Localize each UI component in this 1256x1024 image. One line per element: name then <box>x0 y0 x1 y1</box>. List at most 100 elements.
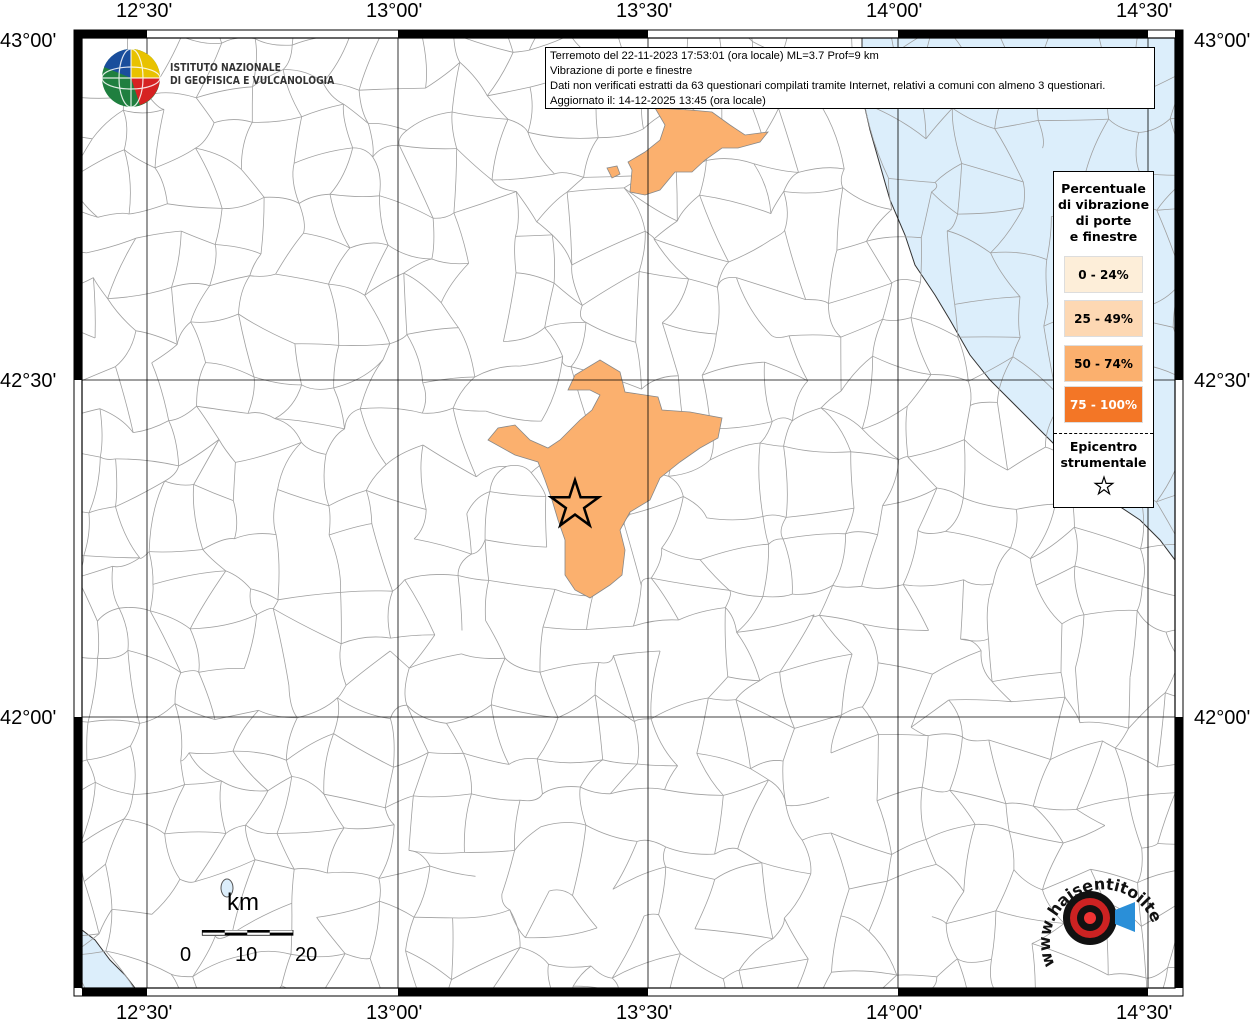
scale-tick-0: 0 <box>180 944 192 966</box>
event-data-note: Dati non verificati estratti da 63 quest… <box>550 80 1106 92</box>
logo-line-1: ISTITUTO NAZIONALE <box>170 62 281 74</box>
border-line <box>426 1012 444 1016</box>
legend: Percentuale di vibrazione di porte e fin… <box>1053 171 1154 508</box>
legend-item-75-100: 75 - 100% <box>1064 386 1143 423</box>
border-line <box>745 995 786 1010</box>
border-line <box>476 0 488 8</box>
y-label-left-3: 42°00' <box>0 707 57 729</box>
legend-item-label: 50 - 74% <box>1074 356 1133 371</box>
border-line <box>1228 842 1231 895</box>
border-line <box>1178 870 1232 895</box>
border-line <box>351 29 384 34</box>
legend-item-0-24: 0 - 24% <box>1064 256 1143 293</box>
border-line <box>425 0 476 8</box>
border-line <box>1201 283 1224 337</box>
legend-title-line: Percentuale <box>1061 181 1146 196</box>
legend-item-label: 25 - 49% <box>1074 311 1133 326</box>
x-label-bottom-1: 12°30' <box>116 1002 173 1024</box>
border-line <box>254 38 256 39</box>
border-line <box>1222 525 1232 593</box>
scale-tick-20: 20 <box>295 944 318 966</box>
x-label-top-5: 14°30' <box>1116 0 1173 22</box>
x-label-top-2: 13°00' <box>366 0 423 22</box>
border-line <box>720 995 745 1008</box>
border-line <box>1210 895 1231 929</box>
event-subtitle: Vibrazione di porte e finestre <box>550 65 693 77</box>
border-line <box>717 0 725 25</box>
border-line <box>219 38 223 44</box>
y-label-left-2: 42°30' <box>0 370 57 392</box>
border-line <box>1231 400 1233 467</box>
border-line <box>1191 154 1205 175</box>
y-label-right-3: 42°00' <box>1194 707 1251 729</box>
border-line <box>304 0 329 4</box>
logo-line-2: DI GEOFISICA E VULCANOLOGIA <box>170 75 335 87</box>
border-line <box>22 864 29 932</box>
border-line <box>1200 653 1228 707</box>
border-line <box>31 191 52 238</box>
border-line <box>1232 466 1235 481</box>
y-label-left-1: 43°00' <box>0 30 57 52</box>
x-label-bottom-5: 14°30' <box>1116 1002 1173 1024</box>
border-line <box>257 0 304 1</box>
border-line <box>1181 280 1224 284</box>
border-line <box>49 182 52 191</box>
legend-item-label: 0 - 24% <box>1078 267 1129 282</box>
border-line <box>1179 377 1190 427</box>
border-line <box>1186 593 1223 597</box>
x-label-bottom-2: 13°00' <box>366 1002 423 1024</box>
border-line <box>1175 0 1189 28</box>
legend-title: Percentuale di vibrazione di porte e fin… <box>1054 181 1153 245</box>
legend-item-label: 75 - 100% <box>1069 397 1138 412</box>
border-line <box>1200 593 1222 628</box>
border-line <box>207 1010 241 1023</box>
scale-unit: km <box>227 889 259 916</box>
legend-title-line: di porte <box>1075 213 1132 228</box>
border-line <box>184 1002 208 1010</box>
x-label-bottom-4: 14°00' <box>866 1002 923 1024</box>
border-line <box>1199 66 1221 112</box>
x-label-bottom-3: 13°30' <box>616 1002 673 1024</box>
border-line <box>30 571 52 621</box>
star-icon <box>1093 475 1115 496</box>
legend-title-line: di vibrazione <box>1057 197 1150 212</box>
site-logo: www.haisentitoilterremoto.it <box>1033 860 1166 970</box>
border-line <box>28 422 54 441</box>
border-line <box>1218 775 1229 842</box>
scale-tick-10: 10 <box>235 944 258 966</box>
border-line <box>1205 974 1220 993</box>
border-line <box>279 985 282 988</box>
ingv-logo: ISTITUTO NAZIONALE DI GEOFISICA E VULCAN… <box>100 47 334 109</box>
legend-item-50-74: 50 - 74% <box>1064 345 1143 382</box>
x-label-top-1: 12°30' <box>116 0 173 22</box>
border-line <box>29 978 40 990</box>
border-line <box>30 548 57 571</box>
border-line <box>38 812 57 852</box>
scale-bar-graphic <box>201 930 294 936</box>
border-line <box>1190 66 1222 69</box>
event-title: Terremoto del 22-11-2023 17:53:01 (ora l… <box>550 50 879 62</box>
event-updated: Aggiornato il: 14-12-2025 13:45 (ora loc… <box>550 95 766 107</box>
border-line <box>1205 154 1207 209</box>
border-line <box>26 80 64 96</box>
x-label-top-4: 14°00' <box>866 0 923 22</box>
y-label-right-2: 42°30' <box>1194 370 1251 392</box>
border-line <box>1222 266 1226 284</box>
border-line <box>29 932 40 977</box>
border-line <box>1187 440 1232 466</box>
border-line <box>218 0 257 2</box>
border-line <box>1210 930 1220 974</box>
y-label-right-1: 43°00' <box>1194 30 1251 52</box>
border-line <box>990 19 1052 28</box>
border-line <box>1035 1014 1091 1021</box>
border-line <box>946 19 991 28</box>
legend-separator <box>1054 433 1153 434</box>
border-line <box>666 1007 721 1011</box>
border-line <box>82 555 84 557</box>
border-line <box>1190 400 1234 426</box>
border-line <box>1139 28 1188 29</box>
border-line <box>1181 525 1233 545</box>
legend-epicenter-label: Epicentro strumentale <box>1054 439 1153 471</box>
border-line <box>570 0 591 34</box>
globe-icon <box>101 48 161 108</box>
